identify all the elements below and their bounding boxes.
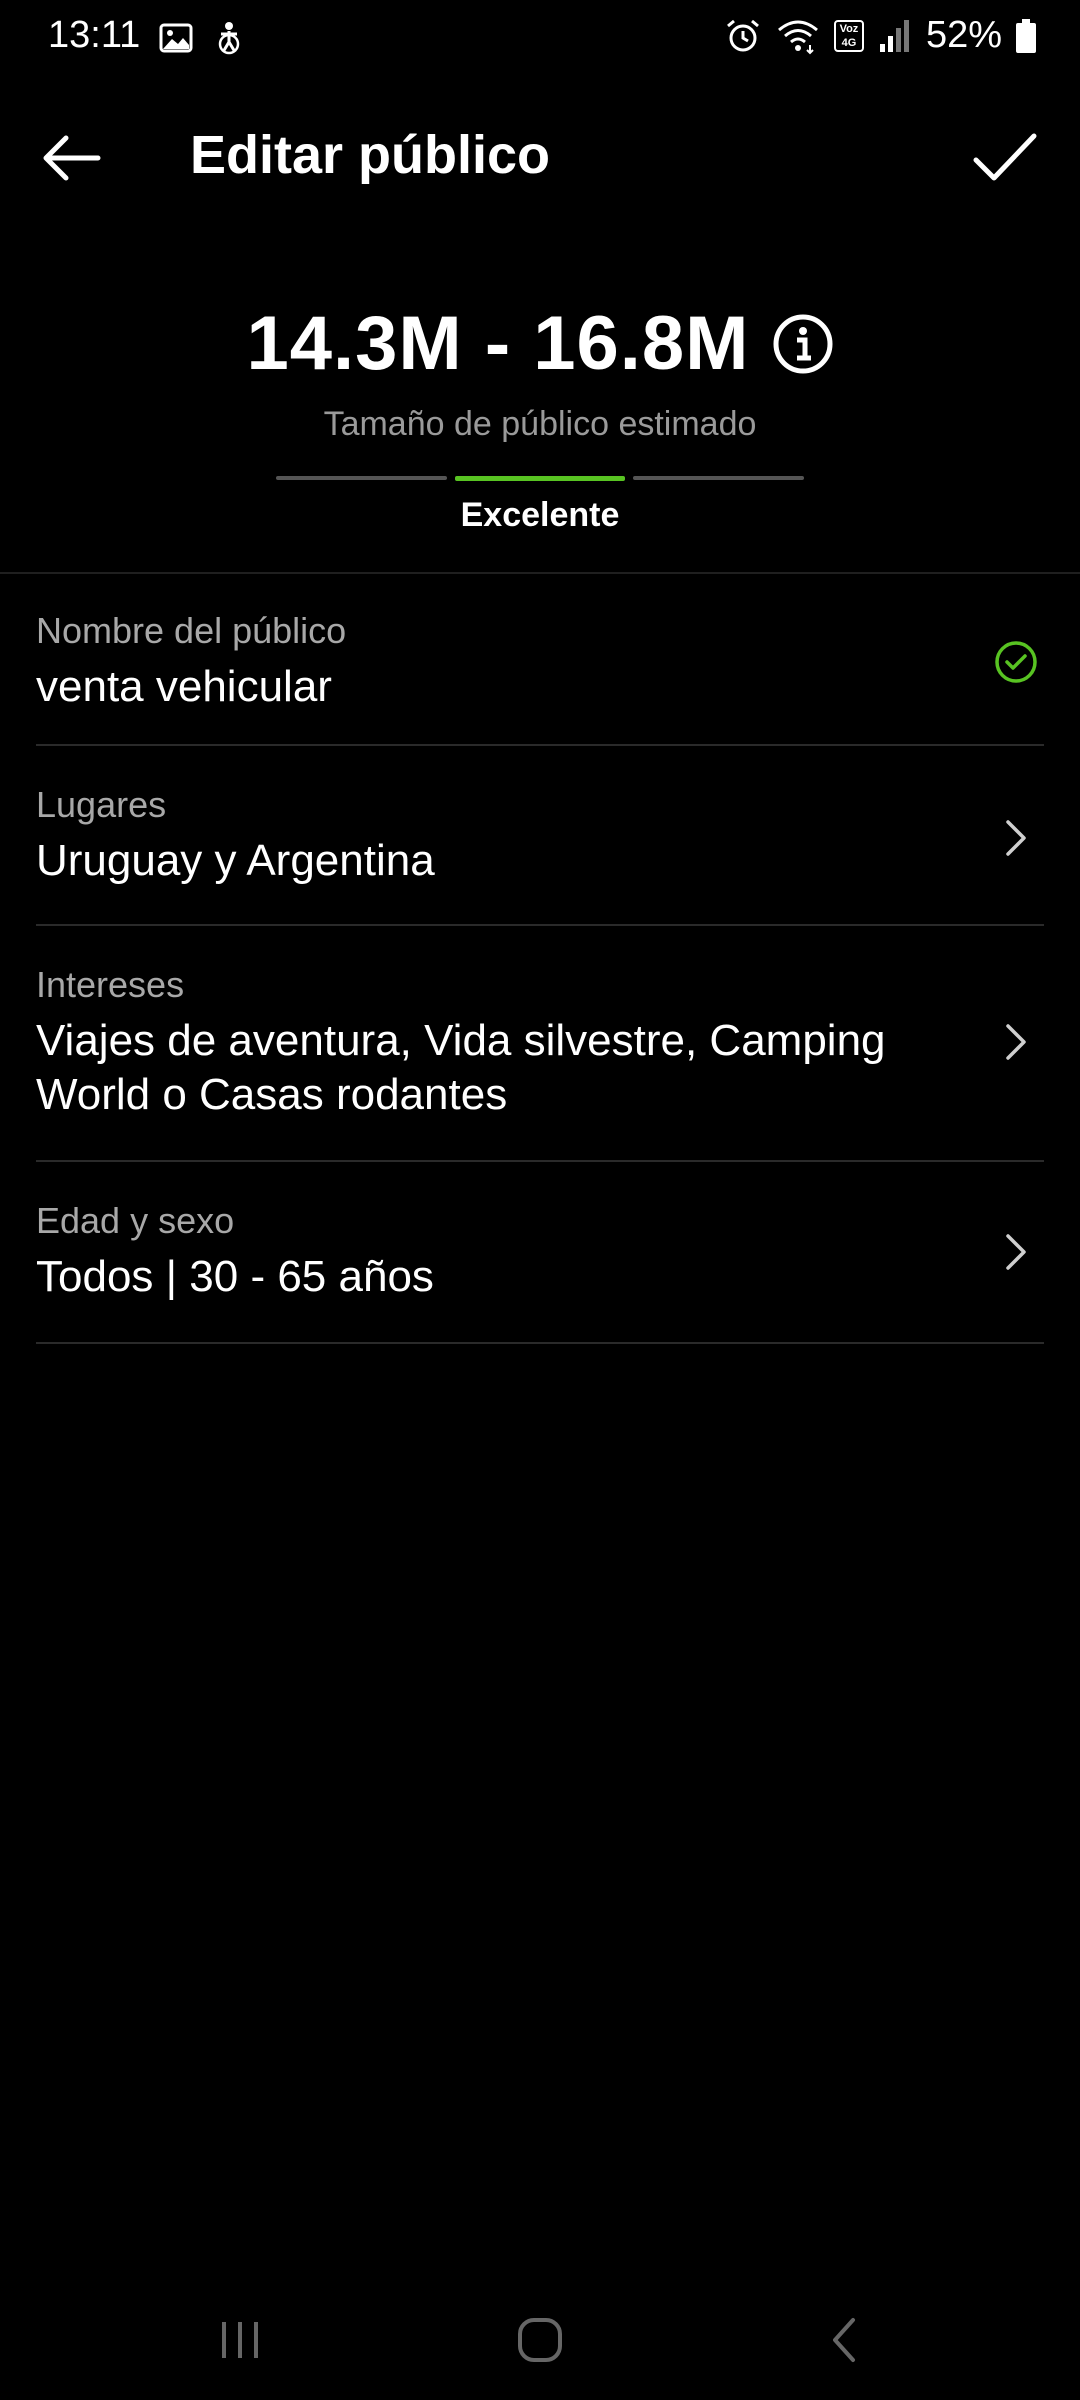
back-arrow-icon[interactable] — [36, 122, 108, 194]
gallery-icon — [159, 23, 193, 53]
chevron-right-icon — [1006, 1024, 1026, 1060]
row-interests[interactable]: Intereses Viajes de aventura, Vida silve… — [36, 964, 1044, 1162]
chevron-right-icon — [1006, 1234, 1026, 1270]
meter-segment-excellent — [454, 476, 626, 481]
audience-size-label: Tamaño de público estimado — [323, 405, 757, 443]
battery-icon — [1016, 18, 1036, 53]
home-icon[interactable] — [510, 2310, 570, 2370]
app-header: Editar público — [0, 110, 1080, 200]
battery-percent: 52% — [925, 14, 1002, 56]
row-value: Uruguay y Argentina — [36, 836, 435, 885]
meter-segment-low — [276, 476, 447, 480]
wifi-icon — [777, 20, 818, 54]
alarm-icon — [726, 19, 759, 51]
row-value: Todos | 30 - 65 años — [36, 1252, 434, 1301]
signal-icon — [879, 19, 909, 52]
audience-quality-label: Excelente — [460, 496, 620, 534]
row-value: Viajes de aventura, Vida silvestre, Camp… — [36, 1016, 886, 1119]
row-divider — [36, 744, 1044, 746]
status-time: 13:11 — [48, 14, 141, 56]
row-age-gender[interactable]: Edad y sexo Todos | 30 - 65 años — [36, 1200, 1044, 1344]
nav-back-icon[interactable] — [815, 2310, 875, 2370]
row-label: Nombre del público — [36, 610, 347, 651]
system-nav-bar — [0, 2300, 1080, 2380]
audience-size-section: 14.3M - 16.8M Tamaño de público estimado — [0, 300, 1080, 444]
chevron-right-icon — [1006, 820, 1026, 856]
audience-quality-meter — [276, 476, 805, 482]
row-divider — [36, 1342, 1044, 1344]
accessibility-icon — [218, 22, 240, 55]
meter-segment-high — [633, 476, 805, 480]
row-label: Edad y sexo — [36, 1200, 235, 1241]
status-bar: 13:11 Voz 4G 52% — [0, 0, 1080, 80]
section-divider — [0, 572, 1080, 574]
confirm-check-icon[interactable] — [964, 118, 1044, 198]
row-places[interactable]: Lugares Uruguay y Argentina — [36, 784, 1044, 926]
row-audience-name[interactable]: Nombre del público venta vehicular — [36, 610, 1044, 746]
screen: 13:11 Voz 4G 52% Editar público 14.3M - … — [0, 0, 1080, 2400]
row-label: Intereses — [36, 964, 185, 1005]
row-value: venta vehicular — [36, 662, 332, 711]
page-title: Editar público — [190, 125, 551, 185]
network-badge: Voz 4G — [833, 19, 864, 52]
recent-apps-icon[interactable] — [210, 2310, 270, 2370]
check-circle-icon — [995, 641, 1037, 683]
row-divider — [36, 924, 1044, 926]
info-icon[interactable] — [772, 313, 834, 375]
row-label: Lugares — [36, 784, 167, 825]
audience-size-value: 14.3M - 16.8M — [246, 301, 750, 386]
row-divider — [36, 1160, 1044, 1162]
